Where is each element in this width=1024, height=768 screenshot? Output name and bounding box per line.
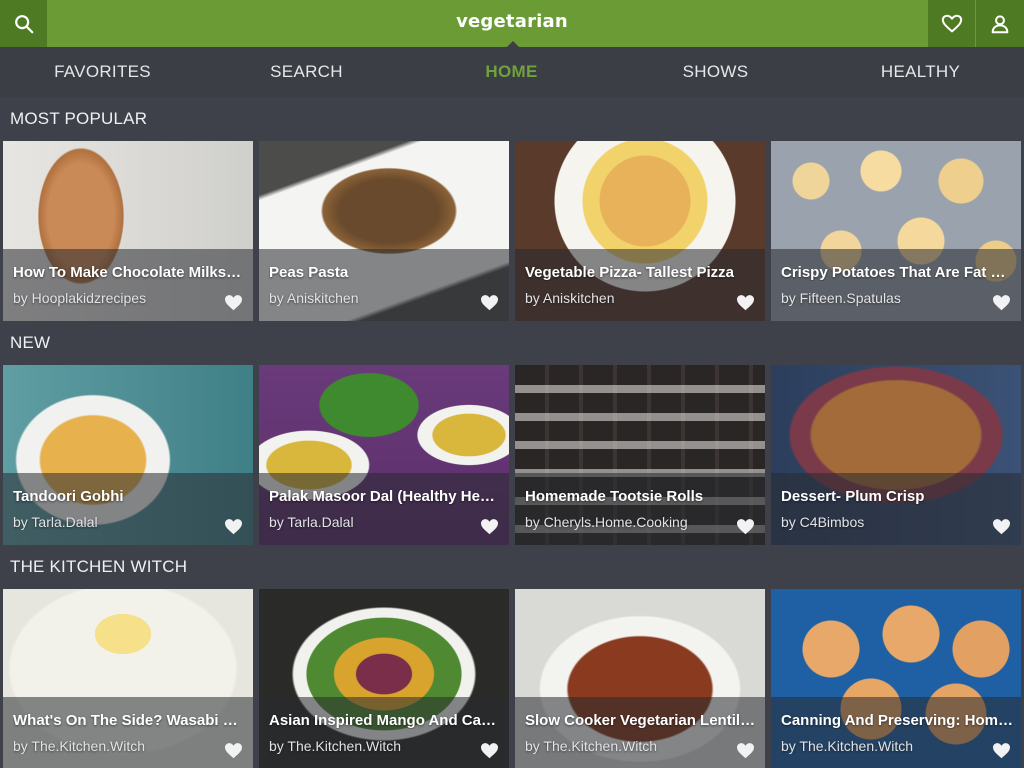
recipe-title: Crispy Potatoes That Are Fat Free — [781, 264, 1013, 281]
app-logo: vegetarian — [456, 11, 568, 32]
recipe-title: Palak Masoor Dal (Healthy Heart) — [269, 488, 501, 505]
recipe-card[interactable]: Tandoori Gobhi by Tarla.Dalal — [3, 365, 253, 545]
home-feed: MOST POPULAR How To Make Chocolate Milks… — [0, 97, 1024, 768]
account-button[interactable] — [976, 0, 1024, 47]
recipe-card[interactable]: Peas Pasta by Aniskitchen — [259, 141, 509, 321]
recipe-card[interactable]: Palak Masoor Dal (Healthy Heart) by Tarl… — [259, 365, 509, 545]
recipe-title: Asian Inspired Mango And Cabbage Salad — [269, 712, 501, 729]
favorite-heart-icon[interactable] — [736, 518, 755, 535]
recipe-author: by Aniskitchen — [525, 290, 615, 306]
recipe-author: by The.Kitchen.Witch — [269, 738, 402, 754]
favorite-heart-icon[interactable] — [992, 294, 1011, 311]
recipe-title: Peas Pasta — [269, 264, 349, 281]
recipe-author: by The.Kitchen.Witch — [781, 738, 914, 754]
recipe-author: by Hooplakidzrecipes — [13, 290, 147, 306]
tab-search[interactable]: SEARCH — [204, 47, 409, 97]
recipe-card[interactable]: Vegetable Pizza- Tallest Pizza by Aniski… — [515, 141, 765, 321]
user-icon — [991, 14, 1009, 33]
tab-shows[interactable]: SHOWS — [613, 47, 818, 97]
favorites-button[interactable] — [928, 0, 975, 47]
recipe-title: Tandoori Gobhi — [13, 488, 124, 505]
favorite-heart-icon[interactable] — [480, 742, 499, 759]
section-title: NEW — [10, 333, 51, 352]
favorite-heart-icon[interactable] — [224, 294, 243, 311]
favorite-heart-icon[interactable] — [736, 294, 755, 311]
favorite-heart-icon[interactable] — [992, 742, 1011, 759]
recipe-title: Canning And Preserving: Homemade Cracker… — [781, 712, 1013, 729]
top-bar: vegetarian — [0, 0, 1024, 47]
favorite-heart-icon[interactable] — [480, 294, 499, 311]
recipe-title: Dessert- Plum Crisp — [781, 488, 925, 505]
section-title: THE KITCHEN WITCH — [10, 557, 188, 576]
recipe-card[interactable]: Asian Inspired Mango And Cabbage Salad b… — [259, 589, 509, 768]
recipe-title: What's On The Side? Wasabi Mashed Potato… — [13, 712, 245, 729]
recipe-card[interactable]: Homemade Tootsie Rolls by Cheryls.Home.C… — [515, 365, 765, 545]
heart-icon — [941, 14, 962, 32]
recipe-card[interactable]: What's On The Side? Wasabi Mashed Potato… — [3, 589, 253, 768]
recipe-card[interactable]: Crispy Potatoes That Are Fat Free by Fif… — [771, 141, 1021, 321]
recipe-author: by The.Kitchen.Witch — [13, 738, 146, 754]
recipe-title: Vegetable Pizza- Tallest Pizza — [525, 264, 734, 281]
favorite-heart-icon[interactable] — [224, 518, 243, 535]
main-tabs: FAVORITES SEARCH HOME SHOWS HEALTHY — [0, 47, 1024, 97]
recipe-author: by Fifteen.Spatulas — [781, 290, 901, 306]
recipe-card[interactable]: Slow Cooker Vegetarian Lentil Soup by Th… — [515, 589, 765, 768]
recipe-author: by Tarla.Dalal — [13, 514, 98, 530]
recipe-title: Homemade Tootsie Rolls — [525, 488, 704, 505]
favorite-heart-icon[interactable] — [480, 518, 499, 535]
recipe-author: by Tarla.Dalal — [269, 514, 354, 530]
favorite-heart-icon[interactable] — [224, 742, 243, 759]
recipe-card[interactable]: How To Make Chocolate Milkshake by Hoopl… — [3, 141, 253, 321]
tab-favorites[interactable]: FAVORITES — [0, 47, 205, 97]
favorite-heart-icon[interactable] — [736, 742, 755, 759]
recipe-author: by C4Bimbos — [781, 514, 865, 530]
recipe-title: How To Make Chocolate Milkshake — [13, 264, 245, 281]
section-title: MOST POPULAR — [10, 109, 148, 128]
tab-home[interactable]: HOME — [409, 47, 614, 97]
favorite-heart-icon[interactable] — [992, 518, 1011, 535]
recipe-author: by Aniskitchen — [269, 290, 359, 306]
recipe-card[interactable]: Canning And Preserving: Homemade Cracker… — [771, 589, 1021, 768]
recipe-author: by Cheryls.Home.Cooking — [525, 514, 688, 530]
recipe-card[interactable]: Dessert- Plum Crisp by C4Bimbos — [771, 365, 1021, 545]
recipe-title: Slow Cooker Vegetarian Lentil Soup — [525, 712, 757, 729]
recipe-author: by The.Kitchen.Witch — [525, 738, 658, 754]
tab-healthy[interactable]: HEALTHY — [818, 47, 1023, 97]
